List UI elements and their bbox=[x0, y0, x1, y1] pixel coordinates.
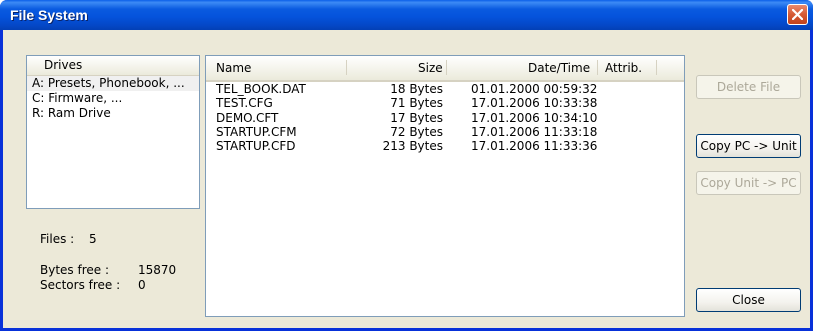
file-size: 71 Bytes bbox=[390, 96, 443, 111]
bytes-free-value: 15870 bbox=[138, 263, 177, 277]
column-separator[interactable] bbox=[346, 60, 347, 75]
sectors-free-label: Sectors free : bbox=[40, 278, 121, 292]
files-header: Name Size Date/Time Attrib. bbox=[206, 56, 684, 82]
drive-item-c[interactable]: C: Firmware, ... bbox=[27, 91, 199, 106]
copy-pc-to-unit-button[interactable]: Copy PC -> Unit bbox=[696, 134, 801, 158]
file-size: 18 Bytes bbox=[390, 82, 443, 96]
file-row[interactable]: TEL_BOOK.DAT 18 Bytes 01.01.2000 00:59:3… bbox=[206, 82, 684, 96]
file-row[interactable]: STARTUP.CFD 213 Bytes 17.01.2006 11:33:3… bbox=[206, 139, 684, 153]
file-datetime: 01.01.2000 00:59:32 bbox=[471, 82, 598, 96]
file-datetime: 17.01.2006 11:33:18 bbox=[471, 124, 598, 139]
file-name: TEL_BOOK.DAT bbox=[216, 82, 306, 96]
delete-file-button[interactable]: Delete File bbox=[696, 75, 801, 99]
drive-item-r[interactable]: R: Ram Drive bbox=[27, 106, 199, 121]
file-datetime: 17.01.2006 10:34:10 bbox=[471, 110, 598, 125]
column-separator[interactable] bbox=[446, 60, 447, 75]
copy-unit-to-pc-label: Copy Unit -> PC bbox=[700, 176, 797, 190]
close-button[interactable]: Close bbox=[696, 288, 801, 312]
files-count-value: 5 bbox=[89, 232, 97, 246]
file-rows: TEL_BOOK.DAT 18 Bytes 01.01.2000 00:59:3… bbox=[206, 82, 684, 153]
close-icon bbox=[792, 9, 803, 20]
bytes-free-label: Bytes free : bbox=[40, 263, 110, 277]
file-name: TEST.CFG bbox=[216, 96, 273, 111]
drives-list[interactable]: Drives A: Presets, Phonebook, ... C: Fir… bbox=[26, 55, 200, 209]
files-count-label: Files : bbox=[40, 232, 75, 246]
file-datetime: 17.01.2006 11:33:36 bbox=[471, 139, 598, 154]
close-label: Close bbox=[732, 293, 765, 307]
sectors-free-value: 0 bbox=[138, 278, 146, 292]
files-list[interactable]: Name Size Date/Time Attrib. TEL_BOOK.DAT… bbox=[205, 55, 685, 317]
drive-item-a[interactable]: A: Presets, Phonebook, ... bbox=[27, 76, 199, 91]
title-bar[interactable]: File System bbox=[0, 0, 813, 30]
window-title: File System bbox=[10, 7, 88, 23]
file-name: STARTUP.CFM bbox=[216, 124, 297, 139]
file-datetime: 17.01.2006 10:33:38 bbox=[471, 96, 598, 111]
column-header-name[interactable]: Name bbox=[216, 61, 251, 75]
file-row[interactable]: DEMO.CFT 17 Bytes 17.01.2006 10:34:10 bbox=[206, 111, 684, 125]
column-separator[interactable] bbox=[656, 60, 657, 75]
file-size: 17 Bytes bbox=[390, 110, 443, 125]
file-size: 72 Bytes bbox=[390, 124, 443, 139]
column-separator[interactable] bbox=[597, 60, 598, 75]
file-name: DEMO.CFT bbox=[216, 110, 279, 125]
file-row[interactable]: STARTUP.CFM 72 Bytes 17.01.2006 11:33:18 bbox=[206, 125, 684, 139]
file-name: STARTUP.CFD bbox=[216, 139, 296, 154]
file-system-dialog: File System Drives A: Presets, Phonebook… bbox=[0, 0, 813, 331]
column-header-attrib[interactable]: Attrib. bbox=[605, 61, 642, 75]
copy-unit-to-pc-button[interactable]: Copy Unit -> PC bbox=[696, 171, 801, 195]
drives-header[interactable]: Drives bbox=[27, 56, 199, 76]
file-row[interactable]: TEST.CFG 71 Bytes 17.01.2006 10:33:38 bbox=[206, 96, 684, 110]
column-header-datetime[interactable]: Date/Time bbox=[528, 61, 590, 75]
column-header-size[interactable]: Size bbox=[418, 61, 443, 75]
file-size: 213 Bytes bbox=[382, 139, 443, 154]
copy-pc-to-unit-label: Copy PC -> Unit bbox=[700, 139, 797, 153]
delete-file-label: Delete File bbox=[716, 80, 781, 94]
close-window-button[interactable] bbox=[787, 4, 808, 25]
